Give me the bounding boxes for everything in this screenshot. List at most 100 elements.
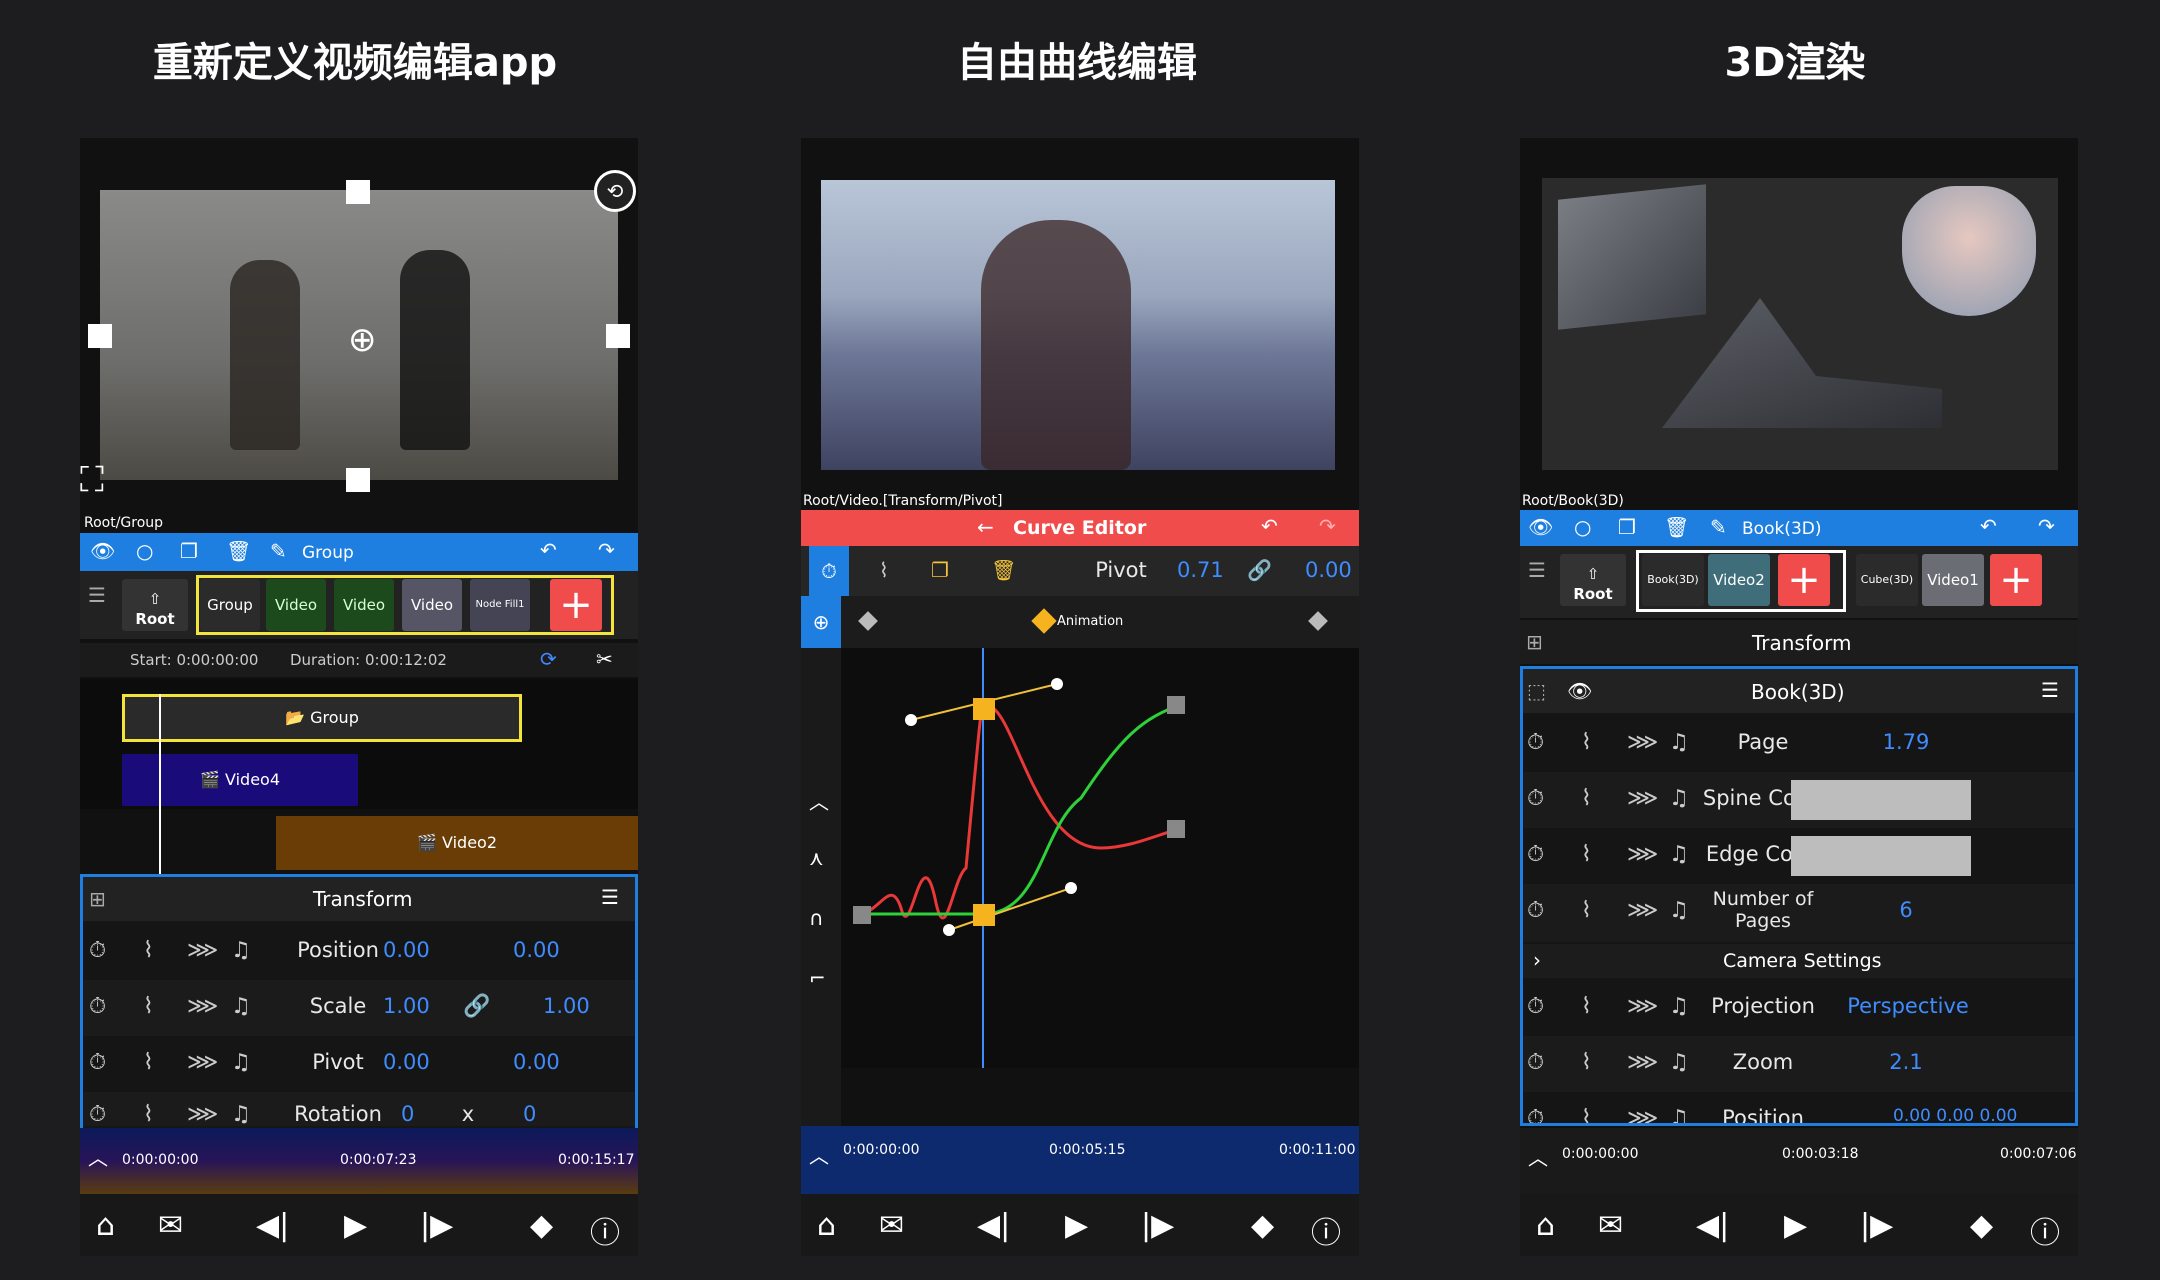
prop-value-y[interactable]: 1.00 bbox=[543, 994, 590, 1018]
keyframe-point[interactable] bbox=[973, 904, 995, 926]
redo-icon[interactable]: ↷ bbox=[1319, 516, 1336, 536]
keyframe-point[interactable] bbox=[1167, 820, 1185, 838]
tangent-point[interactable] bbox=[1051, 678, 1063, 690]
step-back-icon[interactable]: ◀| bbox=[1696, 1208, 1729, 1243]
diamond-icon[interactable]: ◆ bbox=[530, 1208, 553, 1243]
wiggle-icon[interactable]: ⋙ bbox=[1627, 1050, 1658, 1075]
handle-right[interactable] bbox=[606, 324, 630, 348]
help-icon[interactable]: ⓘ bbox=[1311, 1208, 1341, 1252]
chip-video1[interactable]: Video1 bbox=[1922, 554, 1984, 606]
circle-icon[interactable]: ○ bbox=[136, 541, 153, 561]
home-icon[interactable]: ⌂ bbox=[817, 1208, 836, 1243]
link-icon[interactable]: 🔗 bbox=[1247, 560, 1272, 580]
music-icon[interactable]: ♫ bbox=[1669, 898, 1689, 923]
prop-value-x[interactable]: 0.00 bbox=[383, 1050, 430, 1074]
graph-icon[interactable]: ⌇ bbox=[879, 560, 889, 580]
stopwatch-icon[interactable]: ⏱ bbox=[1527, 898, 1544, 923]
chip-node-fill[interactable]: Node Fill1 bbox=[470, 579, 530, 631]
tangent-point[interactable] bbox=[1065, 882, 1077, 894]
timeline-ruler[interactable]: ︿ 0:00:00:00 0:00:03:18 0:00:07:06 bbox=[1520, 1128, 2078, 1194]
step-forward-icon[interactable]: |▶ bbox=[1860, 1208, 1893, 1243]
chip-video[interactable]: Video bbox=[266, 579, 326, 631]
chip-video[interactable]: Video bbox=[334, 579, 394, 631]
tree-icon[interactable]: ⊞ bbox=[1526, 632, 1543, 652]
tangent-point[interactable] bbox=[943, 924, 955, 936]
comment-icon[interactable]: ✉ bbox=[158, 1208, 183, 1243]
chip-video2[interactable]: Video2 bbox=[1708, 554, 1770, 606]
step-forward-icon[interactable]: |▶ bbox=[1141, 1208, 1174, 1243]
chevron-right-icon[interactable]: › bbox=[1533, 950, 1541, 970]
copy-icon[interactable]: ❐ bbox=[180, 541, 198, 561]
play-icon[interactable]: ▶ bbox=[1065, 1208, 1088, 1243]
param-value-y[interactable]: 0.00 bbox=[1305, 558, 1352, 582]
camera-settings-row[interactable]: › Camera Settings bbox=[1523, 944, 2075, 978]
eye-icon[interactable]: 👁 bbox=[90, 541, 115, 561]
home-icon[interactable]: ⌂ bbox=[1536, 1208, 1555, 1243]
prop-value-x[interactable]: 0.00 bbox=[383, 938, 430, 962]
prop-value-y[interactable]: 0.00 bbox=[513, 1050, 560, 1074]
stopwatch-icon[interactable]: ⏱ bbox=[1527, 994, 1544, 1019]
ease-in-icon[interactable]: ⋏ bbox=[809, 848, 824, 868]
timeline-ruler[interactable]: ︿ 0:00:00:00 0:00:07:23 0:00:15:17 bbox=[80, 1128, 638, 1194]
comment-icon[interactable]: ✉ bbox=[1598, 1208, 1623, 1243]
add-layer-button[interactable]: + bbox=[1778, 554, 1830, 606]
chip-cube3d[interactable]: Cube(3D) bbox=[1856, 554, 1918, 606]
root-chip[interactable]: ⇧ Root bbox=[1560, 554, 1626, 606]
copy-icon[interactable]: ❐ bbox=[931, 560, 949, 580]
stopwatch-icon[interactable]: ⏱ bbox=[1527, 842, 1544, 867]
keyframe-marker[interactable] bbox=[858, 611, 878, 631]
play-icon[interactable]: ▶ bbox=[344, 1208, 367, 1243]
track-group[interactable]: 📂 Group bbox=[122, 694, 522, 742]
prop-value[interactable]: 2.1 bbox=[1841, 1050, 1971, 1074]
stopwatch-icon[interactable]: ⏱ bbox=[1527, 1106, 1544, 1123]
music-icon[interactable]: ♫ bbox=[231, 1050, 251, 1075]
wiggle-icon[interactable]: ⋙ bbox=[1627, 842, 1658, 867]
video-preview[interactable]: ⊕ bbox=[100, 190, 618, 480]
chip-group[interactable]: Group bbox=[200, 579, 260, 631]
prop-value-y[interactable]: 0.00 bbox=[513, 938, 560, 962]
video-preview[interactable] bbox=[821, 180, 1335, 470]
back-arrow-icon[interactable]: ← bbox=[977, 517, 994, 537]
menu-icon[interactable]: ☰ bbox=[2041, 680, 2059, 700]
rotate-handle-icon[interactable]: ⟲ bbox=[594, 170, 636, 212]
circle-icon[interactable]: ○ bbox=[1574, 517, 1591, 537]
help-icon[interactable]: ⓘ bbox=[590, 1208, 620, 1252]
graph-icon[interactable]: ⌇ bbox=[143, 1102, 154, 1126]
chip-book3d[interactable]: Book(3D) bbox=[1642, 554, 1704, 606]
3d-preview[interactable] bbox=[1542, 178, 2058, 470]
tangent-point[interactable] bbox=[905, 714, 917, 726]
prop-value[interactable]: 0.00 0.00 0.00 bbox=[1893, 1106, 2017, 1123]
trash-icon[interactable]: 🗑 bbox=[1664, 517, 1689, 537]
stopwatch-icon[interactable]: ⏱ bbox=[89, 938, 106, 963]
keyframe-point[interactable] bbox=[853, 906, 871, 924]
wiggle-icon[interactable]: ⋙ bbox=[187, 938, 218, 963]
node-name[interactable]: Book(3D) bbox=[1742, 519, 1821, 539]
curve-graph[interactable] bbox=[841, 648, 1359, 1068]
eye-icon[interactable]: 👁 bbox=[1528, 517, 1553, 537]
tree-icon[interactable]: ⊞ bbox=[89, 889, 106, 909]
cube-icon[interactable]: ⬚ bbox=[1527, 681, 1546, 701]
diamond-icon[interactable]: ◆ bbox=[1251, 1208, 1274, 1243]
step-back-icon[interactable]: ◀| bbox=[977, 1208, 1010, 1243]
handle-top[interactable] bbox=[346, 180, 370, 204]
prop-value-y[interactable]: 0 bbox=[523, 1102, 536, 1126]
add-layer-button[interactable]: + bbox=[1990, 554, 2042, 606]
magnet-icon[interactable]: ⟳ bbox=[540, 649, 557, 669]
graph-icon[interactable]: ⌇ bbox=[1581, 994, 1592, 1019]
trash-icon[interactable]: 🗑 bbox=[991, 560, 1016, 580]
step-back-icon[interactable]: ◀| bbox=[256, 1208, 289, 1243]
track-video4[interactable]: 🎬 Video4 bbox=[122, 754, 358, 806]
stopwatch-icon[interactable]: ⏱ bbox=[89, 1102, 106, 1126]
graph-icon[interactable]: ⌇ bbox=[1581, 1050, 1592, 1075]
prop-value-x[interactable]: 0 bbox=[401, 1102, 414, 1126]
copy-icon[interactable]: ❐ bbox=[1618, 517, 1636, 537]
scissors-icon[interactable]: ✂ bbox=[596, 649, 613, 669]
prop-value-x[interactable]: 1.00 bbox=[383, 994, 430, 1018]
keyframe-marker-active[interactable] bbox=[1031, 608, 1057, 634]
node-name[interactable]: Group bbox=[302, 543, 354, 563]
bezier-icon[interactable]: ∩ bbox=[809, 908, 824, 928]
add-layer-button[interactable]: + bbox=[550, 579, 602, 631]
graph-icon[interactable]: ⌇ bbox=[1581, 842, 1592, 867]
music-icon[interactable]: ♫ bbox=[231, 1102, 251, 1126]
stopwatch-icon[interactable]: ⏱ bbox=[1527, 730, 1544, 755]
